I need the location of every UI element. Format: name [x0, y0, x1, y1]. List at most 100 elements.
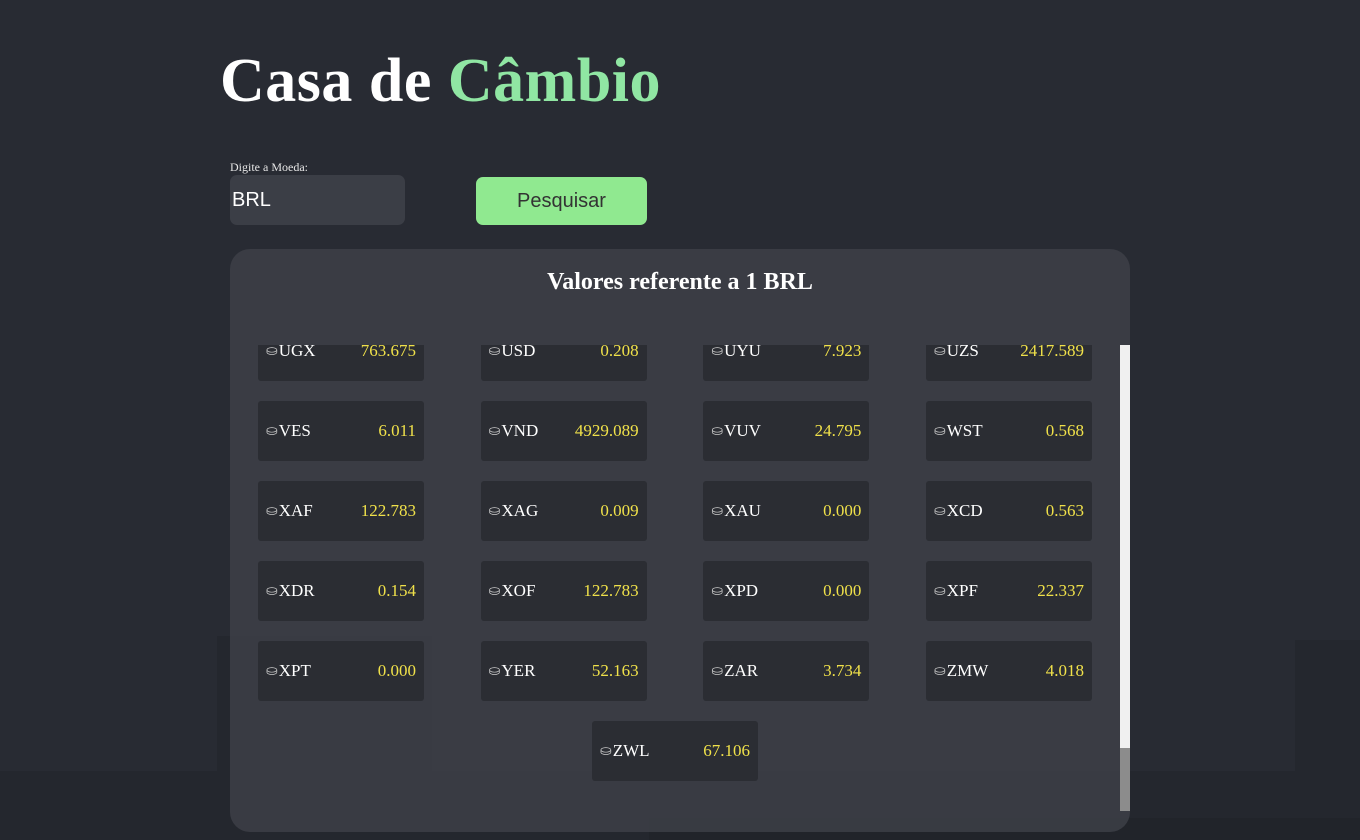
- results-title: Valores referente a 1 BRL: [547, 269, 813, 295]
- rates-grid: ⛀ UGX 763.675 ⛀ USD 0.208 ⛀ UYU 7.923 ⛀ UZS 2417.58…: [258, 345, 1092, 781]
- rate-card: ⛀ YER 52.163: [480, 641, 647, 701]
- rate-code-text: VND: [501, 421, 539, 440]
- rate-value: 122.783: [583, 581, 639, 600]
- coin-stack-icon: ⛀: [933, 345, 946, 359]
- coin-stack-icon: ⛀: [488, 503, 501, 519]
- coin-stack-icon: ⛀: [933, 503, 946, 519]
- rate-value: 0.568: [1045, 421, 1084, 440]
- rate-code-text: VUV: [724, 421, 761, 440]
- rate-value: 7.923: [823, 345, 862, 360]
- rate-code-text: ZWL: [612, 741, 650, 760]
- rate-card: ⛀ VES 6.011: [258, 401, 425, 461]
- rate-code: ⛀ XDR: [266, 581, 315, 601]
- rate-value: 3.734: [823, 661, 862, 680]
- rate-code-text: XCD: [946, 501, 983, 520]
- rate-code-text: VES: [278, 421, 311, 440]
- rate-card: ⛀ XDR 0.154: [258, 561, 425, 621]
- rate-code: ⛀ XPF: [934, 581, 978, 601]
- rate-card: ⛀ ZMW 4.018: [925, 641, 1092, 701]
- coin-stack-icon: ⛀: [266, 583, 278, 599]
- rate-code-text: ZMW: [946, 661, 989, 680]
- currency-input-label: Digite a Moeda:: [230, 160, 308, 174]
- rate-card: ⛀ USD 0.208: [480, 345, 647, 381]
- rate-card: ⛀ UGX 763.675: [258, 345, 425, 381]
- coin-stack-icon: ⛀: [933, 583, 946, 599]
- results-panel: Valores referente a 1 BRL ⛀ UGX 763.675 ⛀ US…: [230, 249, 1130, 832]
- rate-code: ⛀ XPT: [266, 661, 311, 681]
- coin-stack-icon: ⛀: [488, 423, 501, 439]
- rate-code: ⛀ WST: [934, 421, 983, 441]
- coin-stack-icon: ⛀: [711, 663, 724, 679]
- rates-scroll-area[interactable]: ⛀ UGX 763.675 ⛀ USD 0.208 ⛀ UYU 7.923 ⛀ UZS 2417.58…: [230, 345, 1120, 811]
- coin-stack-icon: ⛀: [933, 663, 946, 679]
- coin-stack-icon: ⛀: [711, 583, 724, 599]
- rate-value: 0.009: [600, 501, 639, 520]
- rate-code: ⛀ UZS: [934, 345, 979, 361]
- rate-code: ⛀ VES: [266, 421, 311, 441]
- rate-value: 0.208: [600, 345, 639, 360]
- rate-code: ⛀ YER: [489, 661, 536, 681]
- rate-value: 4929.089: [574, 421, 639, 440]
- rate-code: ⛀ XAF: [266, 501, 313, 521]
- rate-value: 4.018: [1045, 661, 1084, 680]
- rate-card: ⛀ XOF 122.783: [480, 561, 647, 621]
- rate-card: ⛀ XAU 0.000: [703, 481, 870, 541]
- coin-stack-icon: ⛀: [488, 583, 501, 599]
- rate-card: ⛀ XPT 0.000: [258, 641, 425, 701]
- rate-code-text: XPT: [278, 661, 311, 680]
- rate-card: ⛀ VND 4929.089: [480, 401, 647, 461]
- page-title-accent: Câmbio: [447, 47, 662, 115]
- rate-value: 0.000: [823, 581, 862, 600]
- rate-code: ⛀ XPD: [711, 581, 758, 601]
- rate-code-text: UZS: [946, 345, 979, 360]
- rate-card: ⛀ ZAR 3.734: [703, 641, 870, 701]
- rate-card: ⛀ UYU 7.923: [703, 345, 870, 381]
- coin-stack-icon: ⛀: [266, 663, 278, 679]
- rate-value: 0.563: [1045, 501, 1084, 520]
- rate-value: 52.163: [591, 661, 639, 680]
- coin-stack-icon: ⛀: [933, 423, 946, 439]
- rate-code: ⛀ XCD: [934, 501, 983, 521]
- page-title: Casa de Câmbio: [220, 46, 661, 117]
- coin-stack-icon: ⛀: [266, 423, 278, 439]
- rate-code: ⛀ ZMW: [934, 661, 988, 681]
- coin-stack-icon: ⛀: [600, 743, 612, 759]
- rate-value: 122.783: [360, 501, 417, 520]
- rate-code: ⛀ XOF: [489, 581, 536, 601]
- rate-code: ⛀ VND: [489, 421, 539, 441]
- rate-card: ⛀ XPF 22.337: [925, 561, 1092, 621]
- rate-card: ⛀ XCD 0.563: [925, 481, 1092, 541]
- rate-card: ⛀ WST 0.568: [925, 401, 1092, 461]
- rate-code-text: XAG: [501, 501, 539, 520]
- rate-code: ⛀ VUV: [711, 421, 761, 441]
- rate-code-text: USD: [501, 345, 536, 360]
- rate-value: 22.337: [1037, 581, 1084, 600]
- rate-code: ⛀ UGX: [266, 345, 316, 361]
- rate-value: 763.675: [360, 345, 417, 360]
- rate-card: ⛀ UZS 2417.589: [925, 345, 1092, 381]
- search-button[interactable]: Pesquisar: [476, 177, 647, 225]
- rate-code: ⛀ ZAR: [711, 661, 758, 681]
- rate-code-text: ZAR: [724, 661, 759, 680]
- rate-card: ⛀ XAF 122.783: [258, 481, 425, 541]
- rate-code-text: XAU: [724, 501, 761, 520]
- rate-card: ⛀ ZWL 67.106: [592, 721, 758, 781]
- rate-code-text: XPD: [724, 581, 759, 600]
- rate-code-text: XPF: [946, 581, 978, 600]
- scrollbar[interactable]: [1120, 345, 1130, 811]
- rate-code: ⛀ USD: [489, 345, 536, 361]
- coin-stack-icon: ⛀: [488, 663, 501, 679]
- currency-input[interactable]: [230, 175, 405, 225]
- rate-code: ⛀ XAG: [489, 501, 539, 521]
- scrollbar-thumb[interactable]: [1120, 748, 1130, 811]
- coin-stack-icon: ⛀: [711, 423, 724, 439]
- rate-value: 2417.589: [1020, 345, 1084, 360]
- rate-code-text: YER: [501, 661, 536, 680]
- rate-code-text: XOF: [501, 581, 536, 600]
- rate-value: 0.000: [823, 501, 862, 520]
- rate-value: 24.795: [814, 421, 862, 440]
- rate-value: 0.000: [377, 661, 417, 680]
- coin-stack-icon: ⛀: [266, 345, 278, 359]
- coin-stack-icon: ⛀: [711, 503, 724, 519]
- rate-code: ⛀ ZWL: [600, 741, 650, 761]
